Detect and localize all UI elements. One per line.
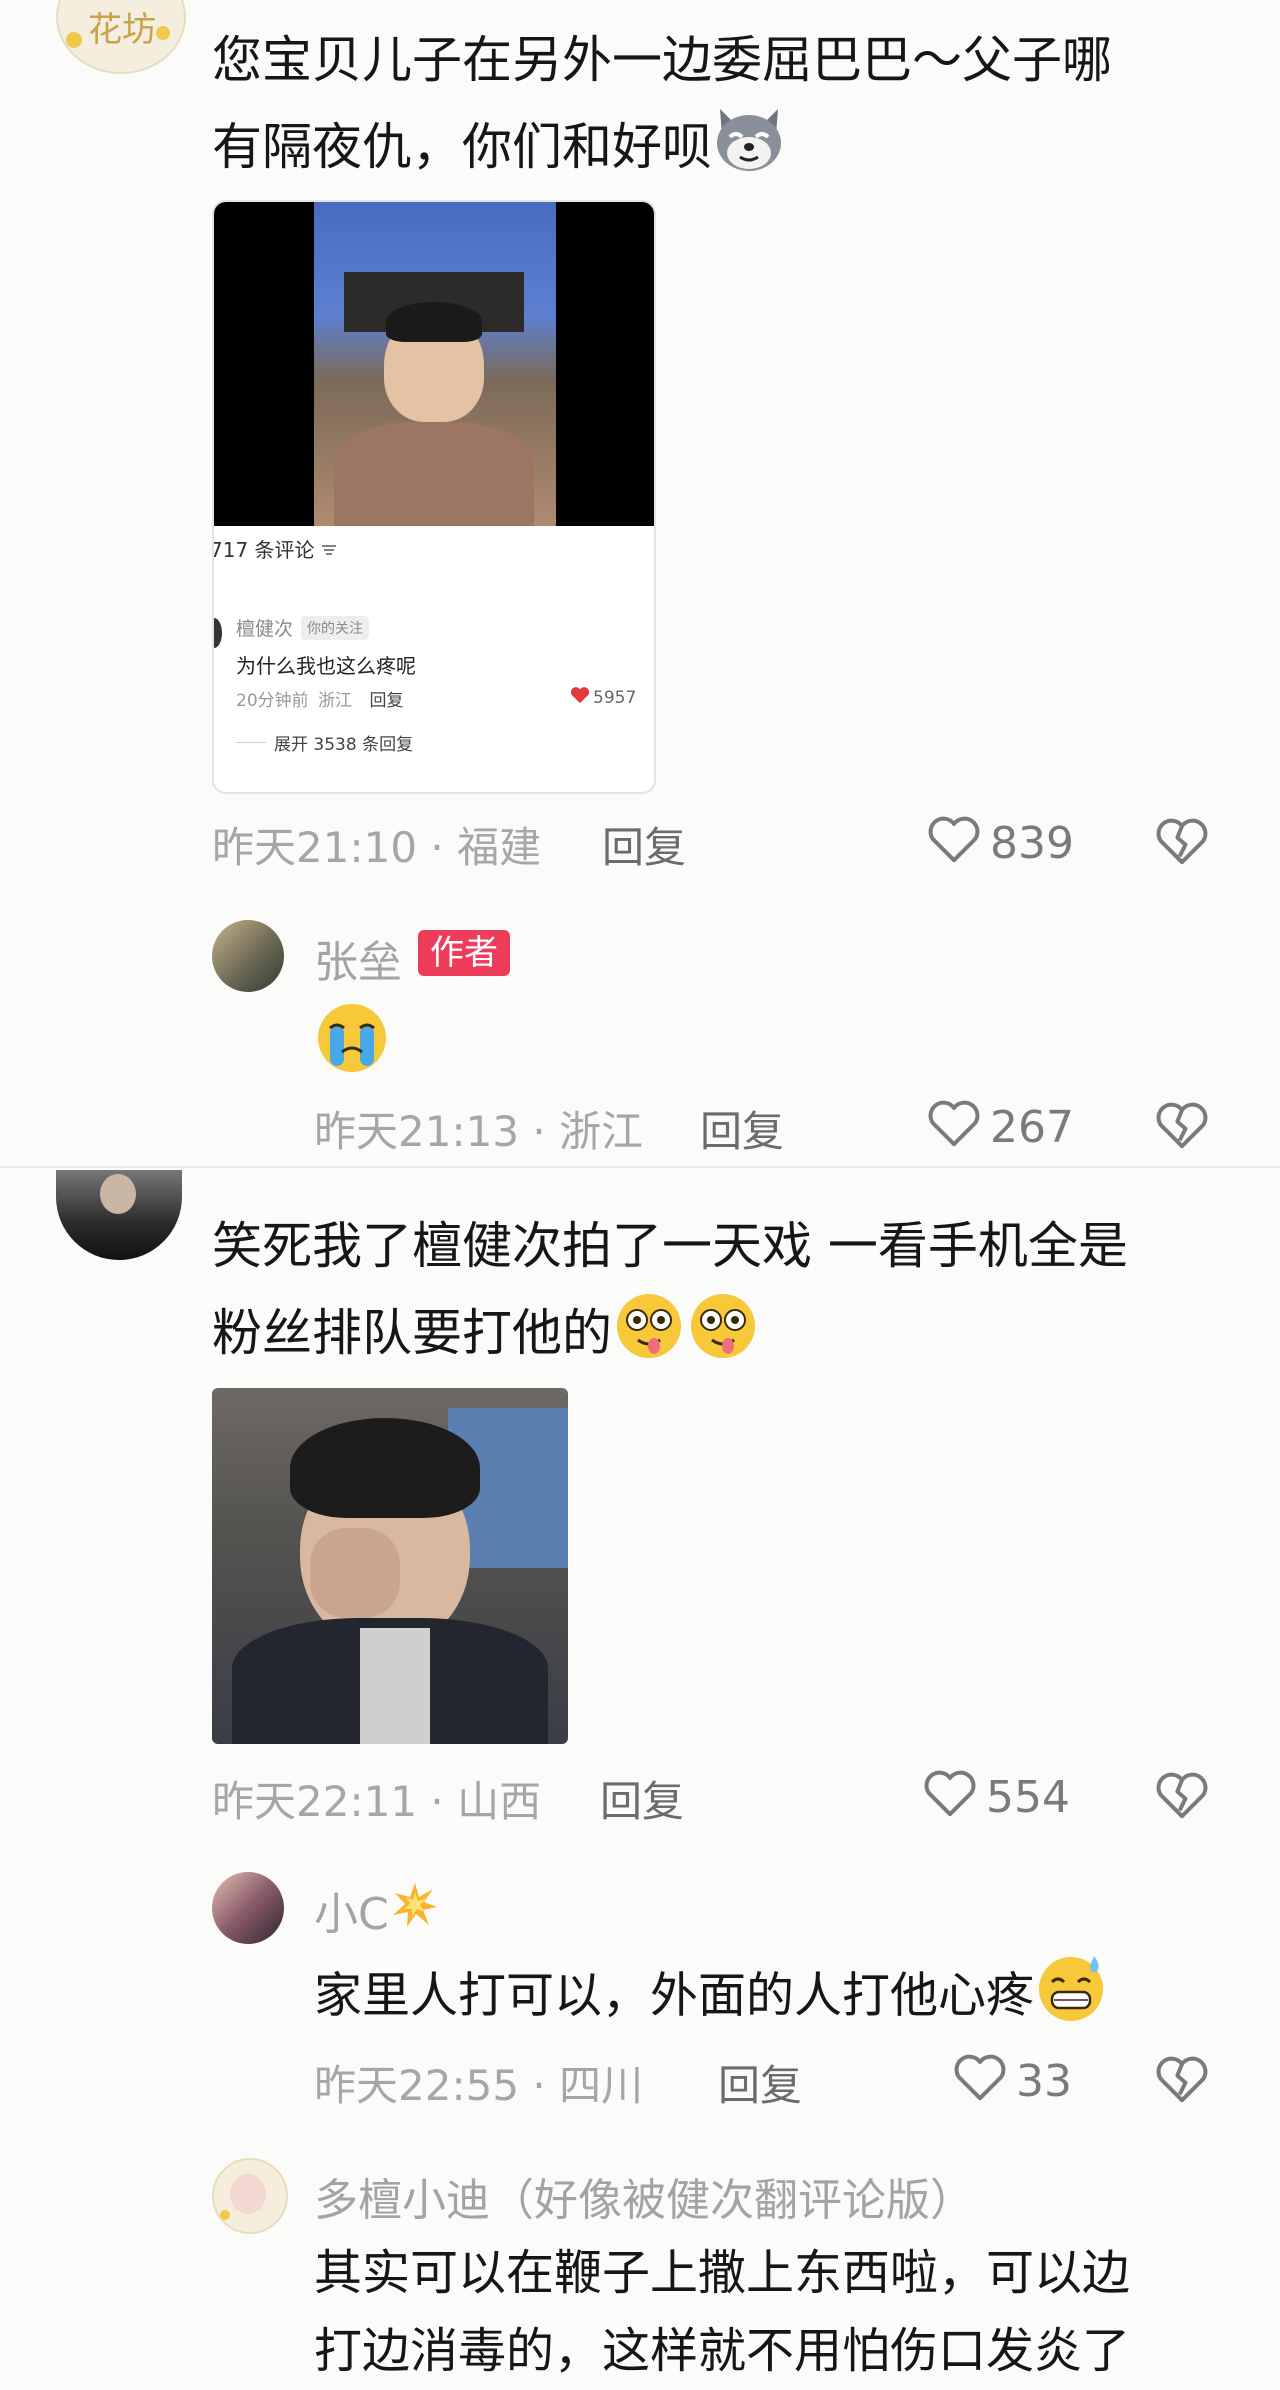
dislike-button[interactable] <box>1154 814 1210 870</box>
dislike-button[interactable] <box>1154 2052 1210 2108</box>
like-button[interactable]: 267 <box>926 1096 1074 1159</box>
inner-avatar <box>214 618 222 648</box>
replier-avatar[interactable] <box>212 1872 284 1944</box>
reply-meta: 昨天21:13 · 浙江 <box>314 1107 644 1156</box>
dislike-button[interactable] <box>1154 1768 1210 1824</box>
comment-text-line: 有隔夜仇，你们和好呗 <box>212 105 786 196</box>
avatar-face <box>100 1174 136 1214</box>
flower-decoration <box>156 26 170 40</box>
person-hair <box>290 1418 480 1518</box>
like-count: 554 <box>986 1772 1070 1823</box>
comment-text-line: 粉丝排队要打他的 <box>212 1290 760 1383</box>
reply-button[interactable]: 回复 <box>602 814 686 875</box>
smirk-dog-emoji-icon <box>712 105 786 196</box>
replier-username-text: 小C <box>314 1889 389 1940</box>
replier-username[interactable]: 多檀小迪（好像被健次翻评论版） <box>314 2164 974 2228</box>
actor-robe <box>334 422 534 526</box>
comment-meta: 昨天22:11 · 山西 <box>212 1777 542 1826</box>
grinning-sweat-emoji-icon <box>1034 1952 1108 2045</box>
reply-meta: 昨天22:55 · 四川 <box>314 2061 644 2110</box>
comment-text: 有隔夜仇，你们和好呗 <box>212 118 712 176</box>
crying-face-emoji-icon <box>314 1000 390 1080</box>
like-count: 33 <box>1016 2056 1072 2107</box>
inner-like[interactable]: 5957 <box>570 686 636 709</box>
comment-text-line: 笑死我了檀健次拍了一天戏 一看手机全是 <box>212 1217 1128 1275</box>
reply-button[interactable]: 回复 <box>600 1768 684 1829</box>
reply-button[interactable]: 回复 <box>718 2052 802 2113</box>
inner-username-text: 檀健次 <box>236 618 294 640</box>
comment-divider <box>0 1166 1280 1168</box>
broken-heart-icon <box>1154 1772 1210 1824</box>
like-button[interactable]: 33 <box>952 2050 1072 2113</box>
avatar-logo-text: 花坊 <box>88 10 156 50</box>
reply-text-line: 家里人打可以，外面的人打他心疼 <box>314 1952 1108 2045</box>
commenter-avatar[interactable]: 花坊 <box>56 0 186 74</box>
inner-meta: 20分钟前 浙江 回复 <box>236 686 403 711</box>
commenter-avatar[interactable] <box>56 1170 182 1260</box>
reply-text-line: 其实可以在鞭子上撒上东西啦，可以边 <box>314 2245 1131 2301</box>
comment-image[interactable] <box>212 1388 568 1744</box>
collision-spark-icon <box>391 1881 439 1940</box>
avatar-cartoon-face <box>230 2174 266 2214</box>
drooling-face-emoji-icon <box>686 1290 760 1383</box>
replier-avatar[interactable] <box>212 920 284 992</box>
drooling-face-emoji-icon <box>612 1290 686 1383</box>
like-button[interactable]: 554 <box>922 1766 1070 1829</box>
reply-text: 家里人打可以，外面的人打他心疼 <box>314 1967 1035 2024</box>
heart-outline-icon <box>922 1766 986 1829</box>
heart-outline-icon <box>926 812 990 875</box>
shared-screenshot-card[interactable]: 717 条评论 檀健次 你的关注 为什么我也这么疼呢 20分钟前 浙江 回复 5… <box>212 200 656 794</box>
like-count: 267 <box>990 1102 1074 1153</box>
flower-decoration <box>66 32 82 48</box>
follow-tag: 你的关注 <box>301 615 370 640</box>
person-hand <box>310 1528 400 1618</box>
expand-line <box>236 742 266 743</box>
comment-text: 粉丝排队要打他的 <box>212 1304 612 1362</box>
like-count: 839 <box>990 818 1074 869</box>
video-thumbnail[interactable] <box>214 202 654 526</box>
comment-meta: 昨天21:10 · 福建 <box>212 823 542 872</box>
reply-button[interactable]: 回复 <box>700 1098 784 1159</box>
person-shirt <box>360 1628 430 1744</box>
heart-filled-icon <box>570 686 590 709</box>
flower-decoration <box>220 2210 230 2220</box>
broken-heart-icon <box>1154 2056 1210 2108</box>
video-frame-image <box>314 202 556 526</box>
comment-count: 717 条评论 <box>212 534 337 563</box>
like-button[interactable]: 839 <box>926 812 1074 875</box>
actor-hair <box>386 302 482 342</box>
inner-username: 檀健次 你的关注 <box>236 614 370 641</box>
author-badge: 作者 <box>418 930 510 976</box>
inner-location: 浙江 <box>318 691 353 711</box>
replier-username[interactable]: 小C <box>314 1878 439 1942</box>
heart-outline-icon <box>926 1096 990 1159</box>
heart-outline-icon <box>952 2050 1016 2113</box>
dislike-button[interactable] <box>1154 1098 1210 1154</box>
inner-comment-text: 为什么我也这么疼呢 <box>236 654 416 678</box>
replier-avatar[interactable] <box>212 2158 288 2234</box>
broken-heart-icon <box>1154 1102 1210 1154</box>
expand-replies-text: 展开 3538 条回复 <box>274 735 414 755</box>
replier-username[interactable]: 张垒 <box>314 926 402 990</box>
comment-count-text: 717 条评论 <box>212 538 315 562</box>
inner-time: 20分钟前 <box>236 691 309 711</box>
expand-replies[interactable]: 展开 3538 条回复 <box>236 730 413 755</box>
inner-reply-button[interactable]: 回复 <box>369 691 403 711</box>
sort-icon[interactable] <box>321 537 337 561</box>
comment-text-line: 您宝贝儿子在另外一边委屈巴巴～父子哪 <box>212 31 1112 89</box>
inner-like-count: 5957 <box>593 687 637 708</box>
reply-text-line: 打边消毒的，这样就不用怕伤口发炎了 <box>314 2323 1131 2379</box>
broken-heart-icon <box>1154 818 1210 870</box>
